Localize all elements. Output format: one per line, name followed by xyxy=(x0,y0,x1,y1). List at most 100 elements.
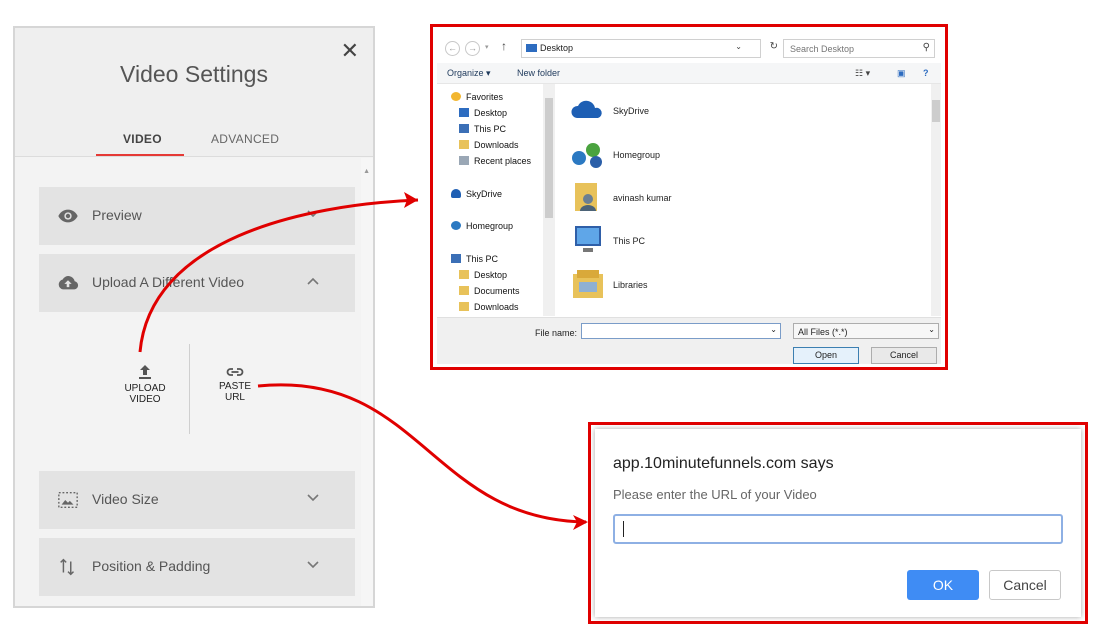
prompt-message: Please enter the URL of your Video xyxy=(613,487,817,502)
file-dialog-highlight: ← → ▾ ↑ Desktop ⌄ ↻ ⚲ Organize ▾ New fol… xyxy=(430,24,948,370)
nav-desktop[interactable]: Desktop xyxy=(459,108,507,118)
file-open-dialog: ← → ▾ ↑ Desktop ⌄ ↻ ⚲ Organize ▾ New fol… xyxy=(437,31,941,364)
tab-advanced[interactable]: ADVANCED xyxy=(211,132,279,146)
panel-title: Video Settings xyxy=(120,61,268,87)
section-video-size[interactable]: Video Size xyxy=(39,471,355,529)
nav-recent-places[interactable]: Recent places xyxy=(459,156,531,166)
nav-this-pc[interactable]: This PC xyxy=(459,124,506,134)
homegroup-icon xyxy=(572,143,602,168)
cancel-button[interactable]: Cancel xyxy=(989,570,1061,600)
section-position-padding[interactable]: Position & Padding xyxy=(39,538,355,596)
search-box[interactable]: ⚲ xyxy=(783,39,935,58)
file-type-select[interactable]: All Files (*.*) ⌄ xyxy=(793,323,939,339)
dialog-toolbar: Organize ▾ New folder ☷ ▾ ▣ ? xyxy=(437,63,941,84)
file-item-homegroup[interactable]: Homegroup xyxy=(569,138,719,172)
address-box[interactable]: Desktop ⌄ ↻ xyxy=(521,39,778,58)
chevron-down-icon xyxy=(307,210,319,218)
scroll-thumb[interactable] xyxy=(545,98,553,218)
homegroup-icon xyxy=(451,221,461,230)
arrow-head xyxy=(404,192,418,208)
help-icon[interactable]: ? xyxy=(923,68,929,78)
downloads-icon xyxy=(459,140,469,149)
nav-documents[interactable]: Documents xyxy=(459,286,520,296)
nav-homegroup[interactable]: Homegroup xyxy=(451,221,513,231)
upload-video-button[interactable]: UPLOAD VIDEO xyxy=(121,364,169,405)
upload-video-label-line1: UPLOAD xyxy=(124,383,166,394)
cloud-upload-icon xyxy=(58,276,79,290)
file-name-input[interactable]: ⌄ xyxy=(581,323,781,339)
upload-video-label-line2: VIDEO xyxy=(129,394,161,405)
file-item-this-pc[interactable]: This PC xyxy=(569,224,719,258)
recent-locations-icon[interactable]: ▾ xyxy=(485,43,489,51)
address-dropdown-icon[interactable]: ⌄ xyxy=(735,42,742,51)
skydrive-icon xyxy=(571,100,602,118)
libraries-icon xyxy=(573,270,603,298)
upload-icon xyxy=(139,365,151,379)
link-icon xyxy=(226,368,244,376)
up-arrow-icon[interactable]: ↑ xyxy=(501,39,507,53)
scroll-up-arrow-icon[interactable]: ▲ xyxy=(363,168,370,175)
upload-options-area xyxy=(39,328,355,468)
scroll-thumb[interactable] xyxy=(932,100,940,122)
active-tab-indicator xyxy=(96,154,184,156)
open-button[interactable]: Open xyxy=(793,347,859,364)
star-icon xyxy=(451,92,461,101)
text-caret xyxy=(623,521,624,537)
recent-places-icon xyxy=(459,156,469,165)
chevron-down-icon xyxy=(307,494,319,502)
view-options-icon[interactable]: ☷ ▾ xyxy=(855,68,870,79)
desktop-folder-icon xyxy=(526,44,537,52)
url-input[interactable] xyxy=(613,514,1063,544)
prompt-dialog-highlight: app.10minutefunnels.com says Please ente… xyxy=(588,422,1088,624)
nav-pane-scrollbar[interactable] xyxy=(543,84,555,316)
section-label: Video Size xyxy=(92,491,159,507)
paste-url-label-line1: PASTE xyxy=(218,381,252,392)
chevron-down-icon xyxy=(307,561,319,569)
panel-scrollbar[interactable] xyxy=(361,158,373,606)
nav-skydrive[interactable]: SkyDrive xyxy=(451,189,502,199)
new-folder-button[interactable]: New folder xyxy=(517,68,560,78)
nav-pc-downloads[interactable]: Downloads xyxy=(459,302,519,312)
navigation-pane: Favorites Desktop This PC Downloads Rece… xyxy=(437,84,555,316)
chevron-up-icon xyxy=(307,277,319,285)
file-item-user-folder[interactable]: avinash kumar xyxy=(569,181,719,215)
ok-button[interactable]: OK xyxy=(907,570,979,600)
nav-this-pc-root[interactable]: This PC xyxy=(451,254,498,264)
back-icon[interactable]: ← xyxy=(445,41,460,56)
paste-url-label-line2: URL xyxy=(224,392,245,403)
file-item-skydrive[interactable]: SkyDrive xyxy=(569,94,719,128)
computer-icon xyxy=(459,124,469,133)
section-label: Upload A Different Video xyxy=(92,274,245,290)
file-list-scrollbar[interactable] xyxy=(931,84,941,316)
file-item-libraries[interactable]: Libraries xyxy=(569,268,719,302)
forward-icon[interactable]: → xyxy=(465,41,480,56)
chevron-down-icon[interactable]: ⌄ xyxy=(770,325,777,334)
computer-icon xyxy=(575,226,601,252)
nav-favorites[interactable]: Favorites xyxy=(451,92,503,102)
search-icon[interactable]: ⚲ xyxy=(923,42,930,53)
nav-downloads[interactable]: Downloads xyxy=(459,140,519,150)
video-settings-panel: ✕ Video Settings VIDEO ADVANCED ▲ Previe… xyxy=(13,26,375,608)
file-name-label: File name: xyxy=(535,328,578,338)
refresh-icon[interactable]: ↻ xyxy=(770,41,778,52)
section-label: Preview xyxy=(92,207,142,223)
address-bar-row: ← → ▾ ↑ Desktop ⌄ ↻ ⚲ xyxy=(443,37,935,59)
position-arrows-icon xyxy=(60,558,75,576)
section-preview[interactable]: Preview xyxy=(39,187,355,245)
desktop-icon xyxy=(459,108,469,117)
tab-video[interactable]: VIDEO xyxy=(123,132,162,146)
organize-menu[interactable]: Organize ▾ xyxy=(447,68,491,79)
documents-icon xyxy=(459,286,469,295)
preview-pane-icon[interactable]: ▣ xyxy=(897,68,906,79)
image-size-icon xyxy=(58,491,78,509)
user-folder-icon xyxy=(575,183,597,211)
search-input[interactable] xyxy=(788,43,917,55)
prompt-title: app.10minutefunnels.com says xyxy=(613,455,834,472)
section-upload-different-video[interactable]: Upload A Different Video xyxy=(39,254,355,312)
chevron-down-icon[interactable]: ⌄ xyxy=(928,325,935,334)
close-icon[interactable]: ✕ xyxy=(341,40,359,62)
panel-header: ✕ Video Settings VIDEO ADVANCED xyxy=(15,28,373,157)
paste-url-button[interactable]: PASTE URL xyxy=(211,366,259,403)
nav-pc-desktop[interactable]: Desktop xyxy=(459,270,507,280)
cancel-button[interactable]: Cancel xyxy=(871,347,937,364)
